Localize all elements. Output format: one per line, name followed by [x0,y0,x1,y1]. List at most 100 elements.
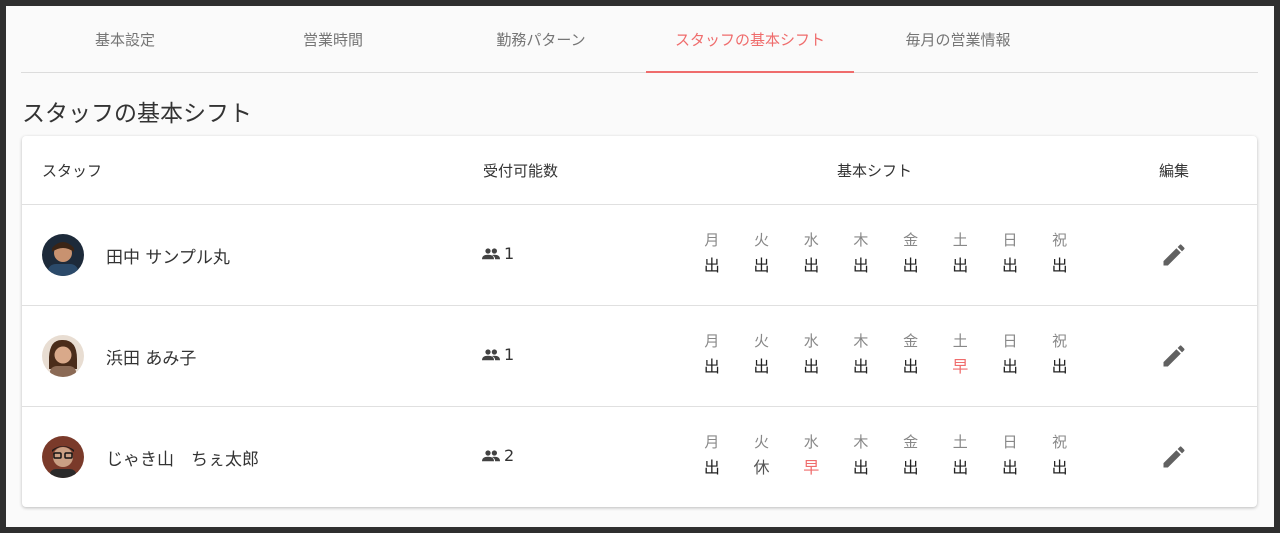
day-sun: 日出 [985,229,1035,281]
day-label: 日 [1002,433,1018,451]
table-row: 浜田 あみ子 1 月出 火出 水出 木出 金出 土早 日出 祝出 [22,306,1257,407]
day-label: 木 [853,332,869,350]
day-label: 祝 [1052,231,1068,249]
page-title: スタッフの基本シフト [22,101,252,127]
edit-button[interactable] [1160,342,1188,370]
shift-value: 出 [1001,256,1018,275]
shift-value: 出 [753,256,770,275]
table-row: じゃき山 ちぇ太郎 2 月出 火休 水早 木出 金出 土出 日出 祝出 [22,407,1257,507]
day-label: 金 [903,231,919,249]
day-wed: 水出 [786,330,836,382]
shift-value-off: 休 [753,458,770,477]
table-row: 田中 サンプル丸 1 月出 火出 水出 木出 金出 土出 日出 祝出 [22,205,1257,306]
tab-staff-basic-shift[interactable]: スタッフの基本シフト [646,6,854,73]
tab-work-patterns[interactable]: 勤務パターン [437,6,645,72]
staff-name: じゃき山 ちぇ太郎 [106,450,259,470]
shift-days: 月出 火出 水出 木出 金出 土出 日出 祝出 [687,229,1085,281]
header-edit: 編集 [1159,162,1190,180]
day-holiday: 祝出 [1035,229,1085,281]
day-holiday: 祝出 [1035,330,1085,382]
shift-value: 出 [952,458,969,477]
day-label: 木 [853,231,869,249]
day-label: 金 [903,433,919,451]
shift-value: 出 [1051,357,1068,376]
header-basic-shift: 基本シフト [837,162,913,180]
day-label: 月 [704,332,720,350]
capacity-cell: 1 [482,345,514,364]
day-label: 土 [952,433,968,451]
day-thu: 木出 [836,431,886,483]
day-sun: 日出 [985,431,1035,483]
shift-value: 出 [703,357,720,376]
day-wed: 水出 [786,229,836,281]
people-icon [482,247,500,259]
capacity-value: 2 [504,446,515,465]
avatar [42,234,84,276]
day-label: 日 [1002,231,1018,249]
shift-value: 出 [1001,458,1018,477]
day-label: 火 [754,332,770,350]
day-fri: 金出 [886,229,936,281]
people-icon [482,449,500,461]
shift-value: 出 [753,357,770,376]
capacity-cell: 2 [482,446,514,465]
day-mon: 月出 [687,431,737,483]
shift-value: 出 [852,458,869,477]
shift-value: 出 [803,256,820,275]
shift-value: 出 [803,357,820,376]
avatar [42,335,84,377]
tab-monthly-info[interactable]: 毎月の営業情報 [854,6,1062,72]
capacity-value: 1 [504,244,515,263]
day-sat: 土出 [935,229,985,281]
day-thu: 木出 [836,229,886,281]
pencil-icon [1163,446,1185,468]
shift-value: 出 [703,458,720,477]
day-sat: 土出 [935,431,985,483]
day-label: 土 [952,231,968,249]
capacity-cell: 1 [482,244,514,263]
day-label: 祝 [1052,433,1068,451]
pencil-icon [1163,345,1185,367]
tab-business-hours[interactable]: 営業時間 [229,6,437,72]
people-icon [482,348,500,360]
staff-name: 田中 サンプル丸 [106,248,230,268]
day-label: 月 [704,433,720,451]
day-sat: 土早 [935,330,985,382]
day-label: 水 [803,231,819,249]
table-header: スタッフ 受付可能数 基本シフト 編集 [22,136,1257,205]
day-sun: 日出 [985,330,1035,382]
day-label: 火 [754,231,770,249]
day-label: 火 [754,433,770,451]
day-fri: 金出 [886,431,936,483]
shift-value: 出 [902,357,919,376]
edit-button[interactable] [1160,241,1188,269]
staff-name: 浜田 あみ子 [106,349,197,369]
shift-value: 出 [703,256,720,275]
shift-value: 出 [952,256,969,275]
day-tue: 火出 [737,229,787,281]
capacity-value: 1 [504,345,515,364]
shift-value: 出 [902,256,919,275]
shift-value-early: 早 [803,458,820,477]
day-tue: 火出 [737,330,787,382]
tab-basic-settings[interactable]: 基本設定 [21,6,229,72]
day-mon: 月出 [687,229,737,281]
edit-button[interactable] [1160,443,1188,471]
day-label: 月 [704,231,720,249]
day-label: 水 [803,332,819,350]
day-label: 日 [1002,332,1018,350]
day-thu: 木出 [836,330,886,382]
avatar [42,436,84,478]
day-label: 木 [853,433,869,451]
shift-value: 出 [1051,458,1068,477]
shift-value: 出 [852,256,869,275]
app-frame: 基本設定 営業時間 勤務パターン スタッフの基本シフト 毎月の営業情報 スタッフ… [6,6,1274,527]
day-wed: 水早 [786,431,836,483]
shift-value: 出 [1001,357,1018,376]
shift-value-early: 早 [952,357,969,376]
shift-value: 出 [902,458,919,477]
day-tue: 火休 [737,431,787,483]
shift-days: 月出 火休 水早 木出 金出 土出 日出 祝出 [687,431,1085,483]
day-label: 金 [903,332,919,350]
day-label: 祝 [1052,332,1068,350]
